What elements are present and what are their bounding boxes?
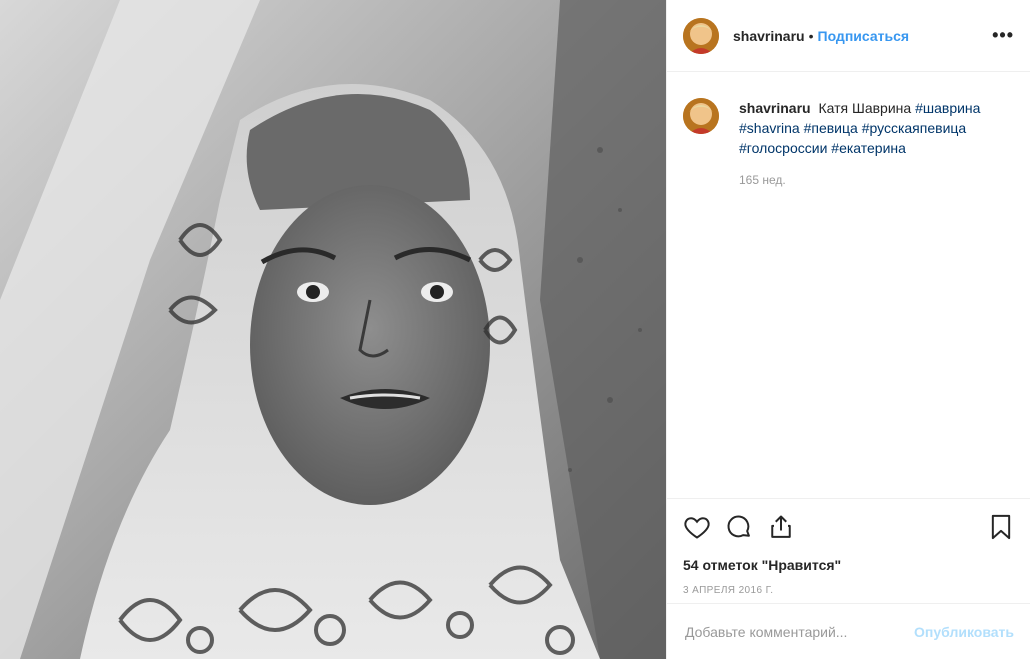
- avatar[interactable]: [683, 17, 719, 54]
- header-username[interactable]: shavrinaru: [733, 28, 805, 44]
- post-side-panel: shavrinaru • Подписаться ••• shavrinaru …: [666, 0, 1030, 659]
- bookmark-icon[interactable]: [988, 513, 1014, 541]
- post-header: shavrinaru • Подписаться •••: [667, 0, 1030, 72]
- instagram-post: shavrinaru • Подписаться ••• shavrinaru …: [0, 0, 1030, 659]
- separator-dot: •: [808, 27, 814, 44]
- caption-text: Катя Шаврина: [818, 100, 912, 116]
- avatar-image: [683, 17, 719, 54]
- heart-icon[interactable]: [683, 513, 711, 541]
- comment-input[interactable]: [683, 622, 915, 641]
- caption-body: shavrinaru Катя Шаврина #шаврина #shavri…: [739, 98, 1009, 190]
- hashtag-link[interactable]: #певица: [804, 120, 858, 136]
- post-date[interactable]: 3 апреля 2016 г.: [683, 585, 1014, 596]
- post-actions: 54 отметок "Нравится" 3 апреля 2016 г.: [667, 498, 1030, 596]
- follow-button[interactable]: Подписаться: [818, 28, 910, 44]
- avatar-image: [683, 98, 719, 134]
- caption: shavrinaru Катя Шаврина #шаврина #shavri…: [667, 72, 1030, 190]
- post-photo[interactable]: [0, 0, 666, 659]
- comment-icon[interactable]: [725, 513, 753, 541]
- caption-time-ago[interactable]: 165 нед.: [739, 170, 1009, 190]
- hashtag-link[interactable]: #русскаяпевица: [862, 120, 967, 136]
- more-options-icon[interactable]: •••: [992, 25, 1014, 46]
- hashtag-link[interactable]: #екатерина: [831, 140, 906, 156]
- action-icons: [683, 511, 1014, 543]
- caption-avatar[interactable]: [683, 98, 719, 134]
- black-and-white-portrait-photo: [0, 0, 666, 659]
- hashtag-link[interactable]: #шаврина: [915, 100, 980, 116]
- likes-count[interactable]: 54 отметок "Нравится": [683, 557, 1014, 573]
- caption-username[interactable]: shavrinaru: [739, 100, 811, 116]
- hashtag-link[interactable]: #shavrina: [739, 120, 800, 136]
- share-icon[interactable]: [767, 513, 795, 541]
- add-comment-bar: Опубликовать: [667, 603, 1030, 659]
- caption-text-block: shavrinaru Катя Шаврина #шаврина #shavri…: [739, 98, 1009, 158]
- hashtag-link[interactable]: #голосроссии: [739, 140, 827, 156]
- publish-button[interactable]: Опубликовать: [914, 624, 1014, 640]
